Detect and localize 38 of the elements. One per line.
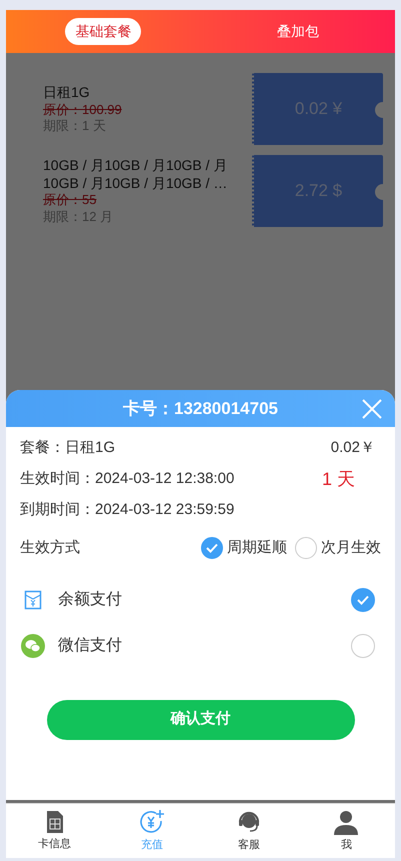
- nav-label: 客服: [238, 838, 260, 853]
- mode-option-label[interactable]: 周期延顺: [227, 537, 287, 560]
- check-icon: [357, 594, 369, 604]
- wechat-icon: [21, 634, 45, 658]
- plan-name: 套餐：日租1G: [20, 438, 116, 458]
- check-icon: [206, 543, 218, 554]
- package-name: 10GB / 月10GB / 月10GB / 月10GB / 月10GB / 月10GB / …: [43, 157, 228, 192]
- radio-button[interactable]: [295, 537, 317, 560]
- payment-label: 余额支付: [58, 590, 123, 610]
- original-price: 原价：100.99: [43, 102, 123, 118]
- duration: 1 天: [322, 468, 355, 490]
- mode-label: 生效方式: [20, 538, 81, 558]
- tab[interactable]: 叠加包: [266, 18, 329, 45]
- radio-button[interactable]: [201, 537, 223, 560]
- user-icon: [333, 808, 360, 835]
- payment-option[interactable]: 微信支付: [6, 634, 395, 658]
- sim-card-icon: [46, 810, 64, 834]
- payment-option[interactable]: 余额支付: [6, 588, 395, 612]
- nav-tab[interactable]: 卡信息: [6, 804, 104, 858]
- nav-label: 充值: [140, 838, 163, 853]
- plan-price: 0.02￥: [330, 438, 375, 458]
- nav-label: 我: [340, 838, 352, 853]
- nav-tab[interactable]: 客服: [200, 804, 298, 858]
- original-price: 原价：55: [43, 192, 98, 208]
- nav-label: 卡信息: [38, 836, 72, 852]
- nav-tab[interactable]: 我: [298, 804, 395, 858]
- card-number-title: 卡号：13280014705: [122, 398, 278, 420]
- yuan-plus-icon: [138, 808, 165, 835]
- payment-radio[interactable]: [351, 634, 375, 658]
- package-name: 日租1G: [43, 84, 91, 102]
- end-time: 到期时间：2024-03-12 23:59:59: [20, 500, 234, 520]
- payment-radio[interactable]: [351, 588, 375, 612]
- start-time: 生效时间：2024-03-12 12:38:00: [20, 468, 236, 489]
- payment-label: 微信支付: [58, 636, 123, 656]
- close-icon[interactable]: [361, 398, 383, 420]
- tab[interactable]: 基础套餐: [65, 18, 142, 45]
- mode-option-label[interactable]: 次月生效: [321, 537, 381, 560]
- wallet-icon: [24, 590, 42, 610]
